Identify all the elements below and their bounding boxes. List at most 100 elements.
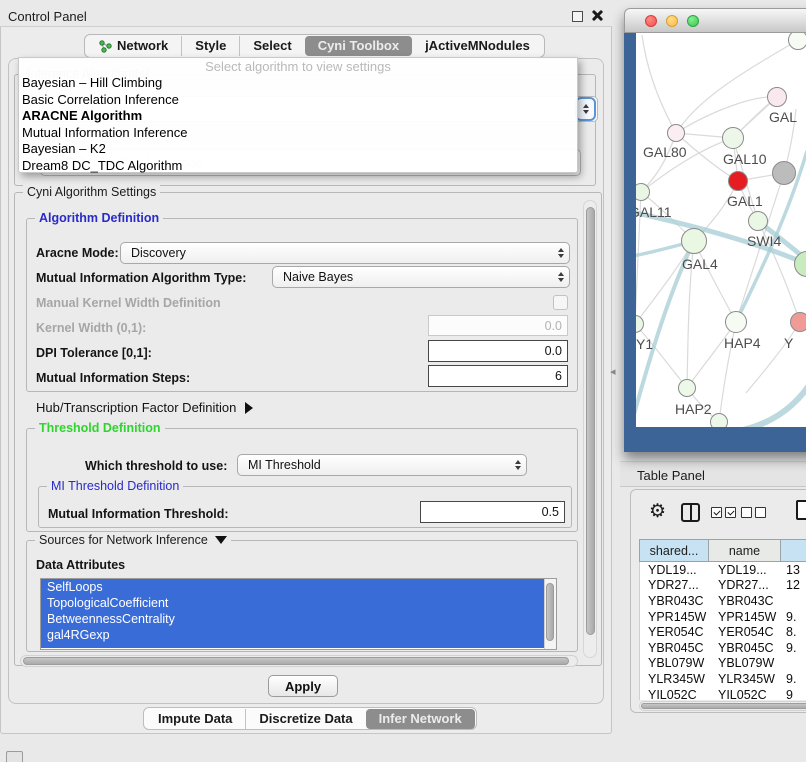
tab-style[interactable]: Style <box>181 36 239 56</box>
page-icon[interactable] <box>796 500 806 520</box>
tab-discretize-data[interactable]: Discretize Data <box>245 709 365 729</box>
settings-vertical-scrollbar-thumb[interactable] <box>586 207 595 635</box>
table-row[interactable]: YBL079WYBL079W <box>640 656 806 672</box>
dropdown-item[interactable]: Bayesian – K2 <box>19 141 577 158</box>
list-scrollbar-thumb[interactable] <box>546 583 554 641</box>
network-node[interactable] <box>725 311 747 333</box>
network-icon <box>99 40 112 53</box>
network-node[interactable] <box>681 228 707 254</box>
dropdown-item[interactable]: Mutual Information Inference <box>19 125 577 142</box>
hub-tf-section-toggle[interactable]: Hub/Transcription Factor Definition <box>36 400 253 415</box>
minimize-traffic-light-icon[interactable] <box>666 15 678 27</box>
spinner-arrows-icon <box>558 267 564 287</box>
table-row[interactable]: YBR043CYBR043C <box>640 593 806 609</box>
tab-select-label: Select <box>253 36 291 56</box>
list-item-partial[interactable] <box>41 643 544 648</box>
network-node[interactable] <box>722 127 744 149</box>
network-node[interactable] <box>767 87 787 107</box>
table-row[interactable]: YDR27...YDR27...12 <box>640 578 806 594</box>
dropdown-item[interactable]: Dream8 DC_TDC Algorithm <box>19 158 577 175</box>
float-window-icon[interactable] <box>572 11 583 22</box>
algorithm-definition-legend: Algorithm Definition <box>35 211 163 225</box>
data-attributes-label: Data Attributes <box>36 558 125 572</box>
tab-cyni-toolbox[interactable]: Cyni Toolbox <box>305 36 412 56</box>
tab-impute-data[interactable]: Impute Data <box>145 709 245 729</box>
mi-algorithm-type-combo[interactable]: Naive Bayes <box>272 266 570 288</box>
column-header-partial[interactable]: A <box>781 539 806 562</box>
network-node-label: GAL <box>769 109 797 125</box>
network-node[interactable] <box>748 211 768 231</box>
algorithm-select-spinner[interactable] <box>575 97 596 121</box>
column-header-name[interactable]: name <box>709 539 781 562</box>
mi-threshold-value: 0.5 <box>542 505 559 519</box>
tab-style-label: Style <box>195 36 226 56</box>
data-attributes-list[interactable]: SelfLoops TopologicalCoefficient Between… <box>40 578 557 650</box>
mi-steps-value: 6 <box>555 369 562 383</box>
settings-horizontal-scrollbar[interactable] <box>20 655 578 667</box>
control-panel-tabbar: Network Style Select Cyni Toolbox jActiv… <box>84 34 545 58</box>
network-node[interactable] <box>790 312 806 332</box>
list-item[interactable]: SelfLoops <box>41 579 544 595</box>
network-node[interactable] <box>772 161 796 185</box>
table-row[interactable]: YER054CYER054C8. <box>640 624 806 640</box>
network-window-titlebar[interactable] <box>624 8 806 33</box>
table-row[interactable]: YDL19...YDL19...13 <box>640 562 806 578</box>
which-threshold-value: MI Threshold <box>248 458 321 472</box>
network-canvas[interactable]: GALGAL80GAL10GAL1GAL11SWI4GAL4GCY1HAP4YH… <box>636 33 806 427</box>
settings-horizontal-scrollbar-thumb[interactable] <box>23 657 569 665</box>
list-item[interactable]: BetweennessCentrality <box>41 611 544 627</box>
mi-threshold-field[interactable]: 0.5 <box>420 501 565 523</box>
split-divider-grip[interactable]: ◂ <box>610 365 616 378</box>
network-node-label: SWI4 <box>747 233 781 249</box>
control-panel-titlebar <box>0 0 612 27</box>
sources-legend[interactable]: Sources for Network Inference <box>35 533 231 547</box>
table-row[interactable]: YBR045CYBR045C9. <box>640 640 806 656</box>
which-threshold-combo[interactable]: MI Threshold <box>237 454 527 476</box>
table-horizontal-scrollbar-thumb[interactable] <box>641 703 806 709</box>
zoom-traffic-light-icon[interactable] <box>687 15 699 27</box>
select-all-icon[interactable] <box>711 507 736 518</box>
network-view-window: GALGAL80GAL10GAL1GAL11SWI4GAL4GCY1HAP4YH… <box>624 8 806 452</box>
table-row[interactable]: YIL052CYIL052C9 <box>640 687 806 700</box>
close-traffic-light-icon[interactable] <box>645 15 657 27</box>
dropdown-item-selected[interactable]: ARACNE Algorithm <box>19 108 577 125</box>
mi-steps-field[interactable]: 6 <box>428 365 568 387</box>
apply-button-label: Apply <box>285 679 321 694</box>
dropdown-item[interactable]: Basic Correlation Inference <box>19 92 577 109</box>
network-node[interactable] <box>678 379 696 397</box>
kernel-width-field[interactable]: 0.0 <box>428 315 568 336</box>
settings-vertical-scrollbar[interactable] <box>583 200 597 658</box>
dropdown-item[interactable]: Bayesian – Hill Climbing <box>19 75 577 92</box>
network-node-label: GAL1 <box>727 193 763 209</box>
table-row[interactable]: YLR345WYLR345W9. <box>640 671 806 687</box>
close-icon[interactable] <box>590 8 604 22</box>
tab-select[interactable]: Select <box>239 36 304 56</box>
tab-network[interactable]: Network <box>86 36 181 56</box>
aracne-mode-label: Aracne Mode: <box>36 246 119 260</box>
tab-infer-network[interactable]: Infer Network <box>366 709 475 729</box>
panel-dock-icon[interactable] <box>6 751 23 762</box>
gear-icon[interactable]: ⚙ <box>649 500 666 523</box>
control-panel-title: Control Panel <box>8 9 87 24</box>
network-node-label: GCY1 <box>636 336 653 352</box>
deselect-all-icon[interactable] <box>741 507 766 518</box>
table-row[interactable]: YPR145WYPR145W9. <box>640 609 806 625</box>
network-node[interactable] <box>728 171 748 191</box>
dpi-tolerance-field[interactable]: 0.0 <box>428 340 568 362</box>
dpi-tolerance-label: DPI Tolerance [0,1]: <box>36 346 152 360</box>
tab-jactivemnodules-label: jActiveMNodules <box>425 36 530 56</box>
column-header-shared-name[interactable]: shared... <box>639 539 709 562</box>
columns-icon[interactable] <box>681 503 700 522</box>
list-vertical-scrollbar[interactable] <box>544 579 556 649</box>
network-node[interactable] <box>788 33 806 50</box>
list-item[interactable]: gal4RGexp <box>41 627 544 643</box>
network-node[interactable] <box>710 413 728 427</box>
list-item[interactable]: TopologicalCoefficient <box>41 595 544 611</box>
table-horizontal-scrollbar[interactable] <box>639 701 806 711</box>
manual-kernel-checkbox[interactable] <box>553 295 568 310</box>
aracne-mode-combo[interactable]: Discovery <box>120 242 570 264</box>
network-node[interactable] <box>667 124 685 142</box>
apply-button[interactable]: Apply <box>268 675 338 697</box>
tab-jactivemnodules[interactable]: jActiveMNodules <box>412 36 543 56</box>
network-node-label: GAL11 <box>636 204 672 220</box>
